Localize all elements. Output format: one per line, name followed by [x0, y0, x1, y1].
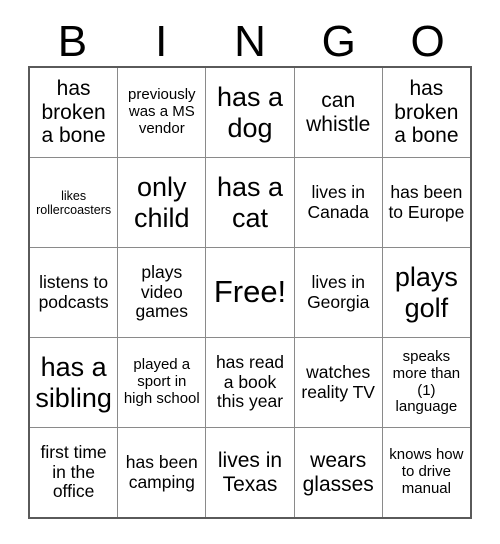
bingo-cell[interactable]: can whistle	[294, 68, 382, 157]
bingo-cell-label: played a sport in high school	[123, 356, 200, 407]
bingo-cell[interactable]: plays golf	[382, 248, 470, 337]
bingo-cell-label: previously was a MS vendor	[128, 86, 196, 137]
bingo-cell[interactable]: has been camping	[118, 428, 206, 517]
bingo-cell-label: lives in Texas	[217, 448, 283, 496]
header-letter-n: N	[234, 17, 266, 66]
bingo-cell[interactable]: lives in Georgia	[294, 248, 382, 337]
bingo-cell[interactable]: has broken a bone	[30, 68, 118, 157]
bingo-cell[interactable]: likes rollercoasters	[30, 158, 118, 247]
bingo-cell[interactable]: has read a book this year	[206, 338, 294, 427]
bingo-cell-label: can whistle	[306, 88, 371, 136]
bingo-cell-label: likes rollercoasters	[36, 188, 112, 217]
bingo-cell-free[interactable]: Free!	[206, 248, 294, 337]
bingo-cell-label: has a dog	[216, 82, 284, 143]
bingo-cell-label: has a sibling	[35, 352, 112, 413]
bingo-cell[interactable]: played a sport in high school	[118, 338, 206, 427]
bingo-cell[interactable]: speaks more than (1) language	[382, 338, 470, 427]
bingo-cell[interactable]: has broken a bone	[382, 68, 470, 157]
bingo-cell[interactable]: plays video games	[118, 248, 206, 337]
bingo-cell-label: has been camping	[125, 451, 198, 492]
bingo-cell[interactable]: has a dog	[206, 68, 294, 157]
bingo-cell[interactable]: first time in the office	[30, 428, 118, 517]
bingo-cell[interactable]: has a cat	[206, 158, 294, 247]
bingo-cell-label: wears glasses	[302, 448, 374, 496]
bingo-cell[interactable]: previously was a MS vendor	[118, 68, 206, 157]
bingo-cell-label: only child	[134, 172, 190, 233]
bingo-cell[interactable]: has a sibling	[30, 338, 118, 427]
bingo-cell[interactable]: only child	[118, 158, 206, 247]
bingo-cell-label: lives in Canada	[307, 181, 369, 222]
bingo-cell-label: Free!	[213, 274, 287, 310]
header-letter-g: G	[321, 17, 356, 66]
bingo-header: B I N G O	[28, 12, 472, 66]
bingo-card: B I N G O has broken a bone previously w…	[0, 0, 500, 544]
bingo-cell-label: has read a book this year	[215, 352, 285, 412]
bingo-grid: has broken a bone previously was a MS ve…	[28, 66, 472, 519]
bingo-cell[interactable]: listens to podcasts	[30, 248, 118, 337]
header-letter-i: I	[155, 17, 168, 66]
bingo-cell-label: lives in Georgia	[307, 271, 370, 312]
bingo-cell[interactable]: lives in Canada	[294, 158, 382, 247]
bingo-cell-label: has a cat	[216, 172, 284, 233]
bingo-cell[interactable]: wears glasses	[294, 428, 382, 517]
bingo-cell[interactable]: watches reality TV	[294, 338, 382, 427]
bingo-cell-label: plays golf	[394, 262, 458, 323]
bingo-cell-label: has broken a bone	[394, 77, 459, 148]
header-letter-o: O	[410, 17, 445, 66]
header-letter-b: B	[57, 17, 88, 66]
bingo-cell-label: has been to Europe	[388, 181, 465, 222]
bingo-cell-label: speaks more than (1) language	[392, 347, 461, 416]
bingo-cell[interactable]: knows how to drive manual	[382, 428, 470, 517]
bingo-cell[interactable]: lives in Texas	[206, 428, 294, 517]
bingo-cell-label: has broken a bone	[41, 77, 106, 148]
bingo-cell-label: first time in the office	[40, 442, 107, 502]
bingo-cell-label: listens to podcasts	[38, 271, 109, 312]
bingo-cell[interactable]: has been to Europe	[382, 158, 470, 247]
bingo-cell-label: watches reality TV	[301, 361, 375, 402]
bingo-cell-label: plays video games	[135, 262, 189, 322]
bingo-cell-label: knows how to drive manual	[389, 446, 464, 497]
